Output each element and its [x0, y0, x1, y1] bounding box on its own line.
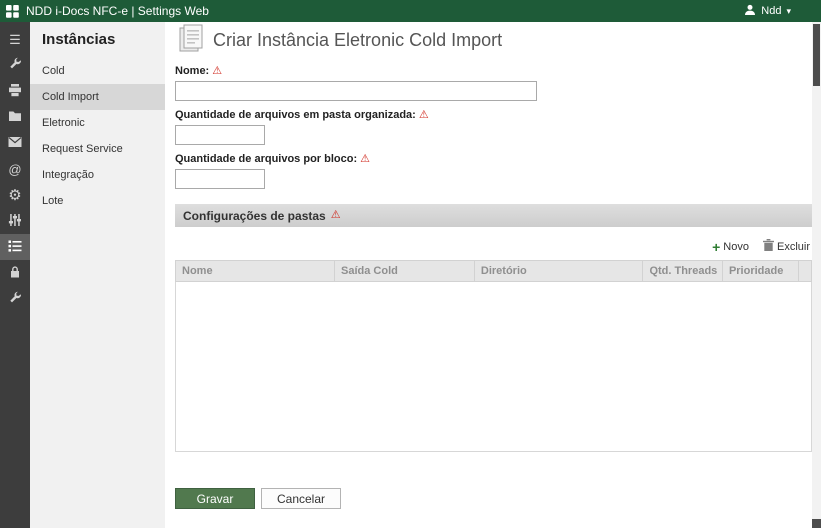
qtd-pasta-label: Quantidade de arquivos em pasta organiza…: [175, 109, 416, 121]
required-warning-icon: ⚠: [212, 64, 223, 77]
rail-item-instances[interactable]: [0, 234, 30, 260]
rail-item-settings[interactable]: ⚙: [0, 182, 30, 208]
field-qtd-bloco: Quantidade de arquivos por bloco: ⚠: [175, 153, 812, 189]
sidebar-item-cold-import[interactable]: Cold Import: [30, 84, 165, 110]
page-title: Criar Instância Eletronic Cold Import: [213, 30, 503, 50]
section-title: Configurações de pastas: [183, 208, 326, 223]
sidebar-item-eletronic[interactable]: Eletronic: [30, 110, 165, 136]
col-saida-cold[interactable]: Saída Cold: [334, 260, 475, 282]
sidebar-item-cold[interactable]: Cold: [30, 58, 165, 84]
scrollbar[interactable]: [812, 22, 821, 528]
scrollbar-thumb[interactable]: [813, 24, 820, 86]
app-title: NDD i-Docs NFC-e | Settings Web: [26, 4, 209, 18]
at-icon: @: [8, 161, 22, 177]
scrollbar-corner: [812, 519, 821, 528]
qtd-bloco-label: Quantidade de arquivos por bloco:: [175, 153, 358, 165]
col-qtd-threads[interactable]: Qtd. Threads: [642, 260, 723, 282]
rail-item-maintenance[interactable]: [0, 286, 30, 312]
rail-item-sliders[interactable]: [0, 208, 30, 234]
plus-icon: +: [712, 238, 721, 255]
novo-label: Novo: [723, 240, 749, 253]
tools-icon: [8, 57, 22, 73]
rail-item-security[interactable]: [0, 260, 30, 286]
nome-label: Nome:: [175, 65, 210, 77]
required-warning-icon: ⚠: [360, 152, 371, 165]
pastas-table: Nome Saída Cold Diretório Qtd. Threads P…: [175, 260, 812, 282]
nome-input[interactable]: [175, 81, 537, 101]
qtd-bloco-input[interactable]: [175, 169, 265, 189]
col-prioridade[interactable]: Prioridade: [721, 260, 800, 282]
cancelar-button[interactable]: Cancelar: [261, 488, 341, 509]
chevron-down-icon: ▾: [786, 5, 791, 16]
user-icon: [744, 4, 756, 19]
table-empty-body: [175, 282, 812, 452]
trash-icon: [762, 239, 774, 254]
rail-item-tools[interactable]: [0, 52, 30, 78]
sidebar-item-lote[interactable]: Lote: [30, 188, 165, 214]
sidebar-item-integracao[interactable]: Integração: [30, 162, 165, 188]
sidebar-title: Instâncias: [42, 31, 116, 48]
document-stack-icon: [175, 24, 207, 58]
folder-icon: [8, 109, 22, 125]
gear-icon: ⚙: [8, 186, 22, 204]
wrench-icon: [8, 291, 22, 307]
menu-icon: ☰: [9, 31, 21, 47]
qtd-pasta-input[interactable]: [175, 125, 265, 145]
rail-item-folder[interactable]: [0, 104, 30, 130]
sliders-icon: [8, 213, 22, 229]
field-nome: Nome: ⚠: [175, 65, 812, 101]
form-actions: Gravar Cancelar: [175, 488, 812, 509]
list-icon: [8, 240, 22, 254]
col-nome[interactable]: Nome: [175, 260, 335, 282]
printer-icon: [8, 83, 22, 99]
table-header-row: Nome Saída Cold Diretório Qtd. Threads P…: [175, 260, 812, 282]
gravar-button[interactable]: Gravar: [175, 488, 255, 509]
rail-item-menu[interactable]: ☰: [0, 26, 30, 52]
nome-label-row: Nome: ⚠: [175, 65, 812, 77]
icon-rail: ☰ @ ⚙: [0, 22, 30, 528]
required-warning-icon: ⚠: [418, 108, 429, 121]
topbar: NDD i-Docs NFC-e | Settings Web Ndd ▾: [0, 0, 821, 22]
section-header-configuracoes: Configurações de pastas ⚠: [175, 204, 812, 227]
excluir-button[interactable]: Excluir: [762, 239, 810, 254]
col-extra: [798, 260, 812, 282]
sidebar-item-request-service[interactable]: Request Service: [30, 136, 165, 162]
user-menu[interactable]: Ndd ▾: [744, 4, 791, 19]
qtd-bloco-label-row: Quantidade de arquivos por bloco: ⚠: [175, 153, 812, 165]
mail-icon: [8, 136, 22, 150]
field-qtd-pasta: Quantidade de arquivos em pasta organiza…: [175, 109, 812, 145]
grid-toolbar: + Novo Excluir: [175, 239, 810, 254]
qtd-pasta-label-row: Quantidade de arquivos em pasta organiza…: [175, 109, 812, 121]
page-header: Criar Instância Eletronic Cold Import: [175, 24, 812, 57]
sidebar: Instâncias Cold Cold Import Eletronic Re…: [30, 22, 165, 528]
app-logo-icon: [6, 4, 19, 18]
required-warning-icon: ⚠: [330, 209, 341, 221]
rail-item-mail[interactable]: [0, 130, 30, 156]
novo-button[interactable]: + Novo: [712, 240, 749, 254]
lock-icon: [8, 265, 22, 281]
main-content: Criar Instância Eletronic Cold Import No…: [165, 22, 821, 528]
user-name: Ndd: [761, 5, 782, 17]
rail-item-at[interactable]: @: [0, 156, 30, 182]
col-diretorio[interactable]: Diretório: [473, 260, 644, 282]
excluir-label: Excluir: [776, 240, 810, 253]
rail-item-printer[interactable]: [0, 78, 30, 104]
